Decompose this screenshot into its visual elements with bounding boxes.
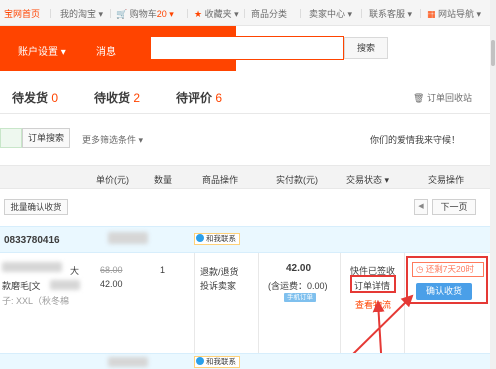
scrollbar-thumb[interactable] bbox=[491, 40, 495, 66]
redacted-shop-name-2 bbox=[108, 357, 148, 367]
contact-seller-button-2[interactable]: 和我联系 bbox=[194, 356, 240, 368]
chat-icon bbox=[196, 357, 204, 365]
arrow-to-confirm bbox=[351, 294, 414, 356]
annotation-arrows bbox=[351, 294, 414, 369]
next-order-header bbox=[0, 353, 490, 369]
